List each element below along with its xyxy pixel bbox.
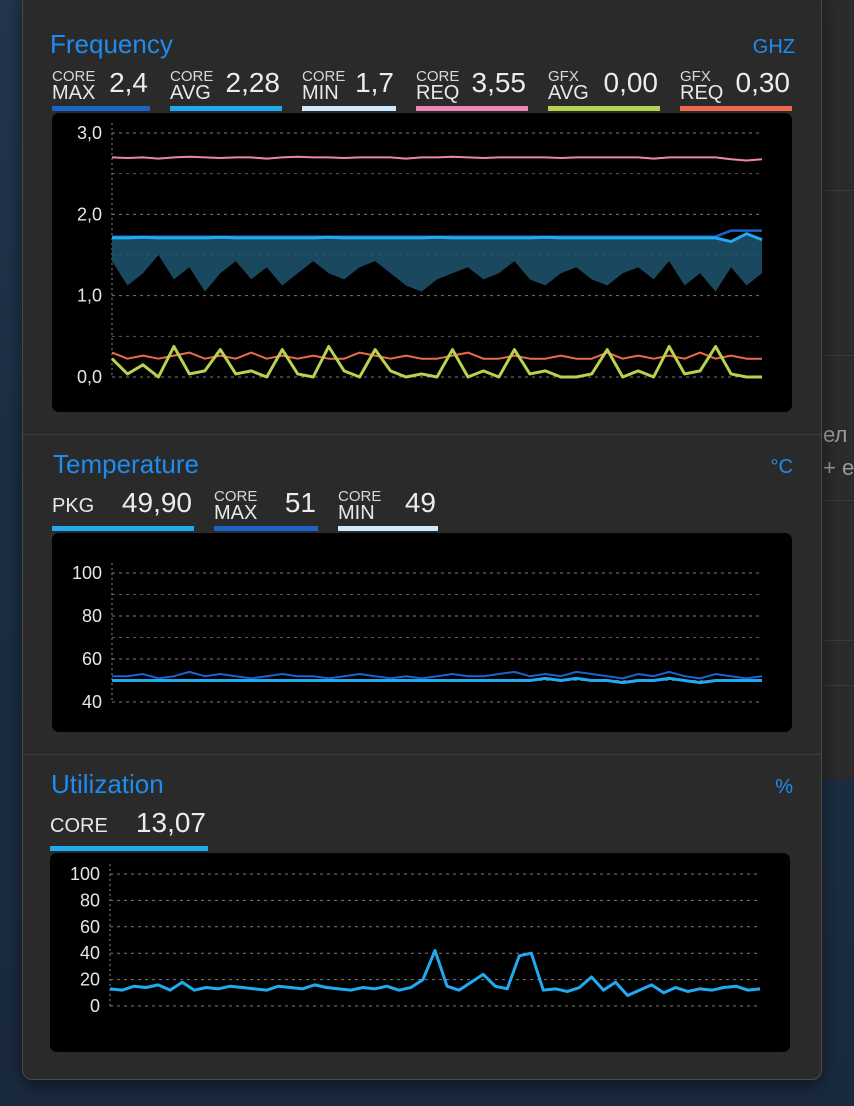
series-line-4 — [110, 345, 762, 379]
stat-label: CORE — [50, 815, 108, 837]
min-avg-band-area — [112, 233, 762, 292]
temp-stat-pkg: PKG 49,90 — [52, 487, 194, 531]
stat-color-bar — [170, 106, 282, 111]
background-text-2: + е — [823, 455, 854, 480]
stat-value: 51 — [284, 487, 316, 518]
stat-color-bar — [52, 526, 194, 531]
series-line-1 — [112, 676, 762, 685]
stat-color-bar — [548, 106, 660, 111]
frequency-chart: 0,0 1,0 2,0 3,0 — [52, 113, 792, 412]
stat-label-bottom: MIN — [302, 82, 339, 104]
stat-color-bar — [416, 106, 528, 111]
stat-label-bottom: MAX — [214, 502, 258, 524]
y-tick-label: 1,0 — [77, 286, 102, 306]
y-tick-label: 80 — [82, 606, 102, 626]
y-tick-label: 60 — [82, 649, 102, 669]
freq-stat-core-avg: CORE AVG 2,28 — [170, 67, 282, 111]
stat-label-bottom: REQ — [416, 82, 460, 104]
stat-value: 49,90 — [121, 487, 192, 518]
series-line-0 — [112, 670, 763, 680]
stat-value: 3,55 — [471, 67, 527, 98]
freq-chart-svg: 0,0 1,0 2,0 3,0 — [77, 123, 763, 387]
util-chart-svg: 0 20 40 60 80 100 — [70, 864, 761, 1016]
y-tick-label: 40 — [82, 692, 102, 712]
stat-label-bottom: MIN — [338, 502, 375, 524]
stat-label: PKG — [52, 495, 95, 517]
temp-stat-core-min: CORE MIN 49 — [338, 487, 438, 531]
utilization-unit: % — [775, 776, 793, 798]
frequency-title: Frequency — [50, 29, 173, 59]
stat-label-bottom: AVG — [548, 82, 589, 104]
temperature-unit: °C — [770, 456, 793, 478]
stat-color-bar — [214, 526, 318, 531]
frequency-unit: GHZ — [752, 36, 795, 58]
stats-panel: Frequency GHZ CORE MAX 2,4 CORE AVG 2,28… — [22, 0, 822, 1080]
stat-label-bottom: REQ — [680, 82, 724, 104]
series-line-0 — [109, 949, 761, 997]
y-tick-label: 100 — [70, 864, 100, 884]
y-tick-label: 40 — [80, 943, 100, 963]
stat-value: 1,7 — [355, 67, 394, 98]
y-tick-label: 60 — [80, 917, 100, 937]
stat-label-bottom: AVG — [170, 82, 211, 104]
section-divider — [23, 434, 821, 435]
utilization-chart: 0 20 40 60 80 100 — [50, 853, 790, 1052]
stat-color-bar — [302, 106, 396, 111]
temp-chart-svg: 40 60 80 100 — [72, 563, 763, 712]
freq-stat-core-max: CORE MAX 2,4 — [52, 67, 150, 111]
y-tick-label: 0 — [90, 996, 100, 1016]
stat-value: 0,00 — [603, 67, 659, 98]
stat-color-bar — [680, 106, 792, 111]
stat-color-bar — [338, 526, 438, 531]
series-line-1 — [112, 229, 762, 238]
temp-stat-core-max: CORE MAX 51 — [214, 487, 318, 531]
freq-stat-gfx-avg: GFX AVG 0,00 — [548, 67, 660, 111]
y-tick-label: 100 — [72, 563, 102, 583]
background-text-1: ел — [823, 422, 848, 447]
stat-label-bottom: MAX — [52, 82, 96, 104]
y-tick-label: 80 — [80, 890, 100, 910]
y-tick-label: 2,0 — [77, 204, 102, 224]
stat-value: 2,28 — [225, 67, 281, 98]
util-stat-core: CORE 13,07 — [50, 807, 208, 851]
temperature-chart: 40 60 80 100 — [52, 533, 792, 732]
y-tick-label: 0,0 — [77, 367, 102, 387]
stat-value: 49 — [404, 487, 436, 518]
freq-stat-gfx-req: GFX REQ 0,30 — [680, 67, 792, 111]
stat-value: 2,4 — [109, 67, 148, 98]
temperature-title: Temperature — [53, 449, 199, 479]
stat-color-bar — [50, 846, 208, 851]
section-divider — [23, 754, 821, 755]
freq-stat-core-req: CORE REQ 3,55 — [416, 67, 528, 111]
y-tick-label: 20 — [80, 970, 100, 990]
freq-stat-core-min: CORE MIN 1,7 — [302, 67, 396, 111]
utilization-title: Utilization — [51, 769, 164, 799]
stat-color-bar — [52, 106, 150, 111]
series-line-0 — [111, 155, 763, 162]
stat-value: 13,07 — [135, 807, 206, 838]
stat-value: 0,30 — [735, 67, 791, 98]
y-tick-label: 3,0 — [77, 123, 102, 143]
